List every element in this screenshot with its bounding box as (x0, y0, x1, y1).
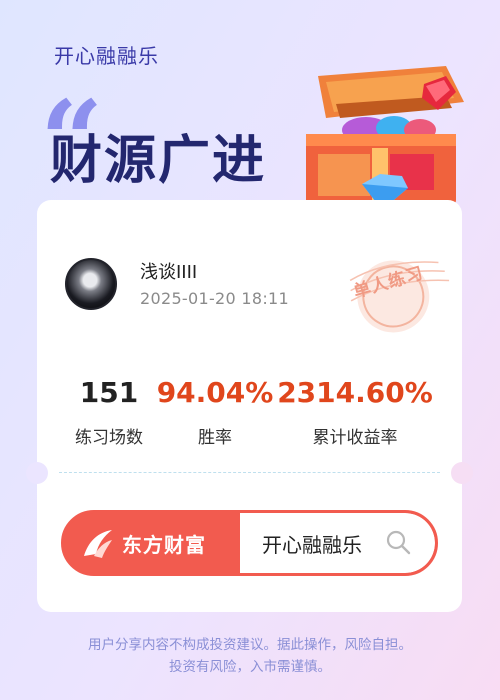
avatar[interactable] (65, 258, 117, 310)
stat-winrate: 94.04% 胜率 (155, 376, 275, 448)
card-notch-left (26, 462, 48, 484)
stat-winrate-value: 94.04% (156, 376, 274, 409)
timestamp: 2025-01-20 18:11 (140, 289, 289, 308)
stat-winrate-label: 胜率 (198, 428, 232, 448)
search-brand-label: 东方财富 (122, 532, 206, 557)
username: 浅谈IIII (140, 262, 198, 283)
stat-matches-value: 151 (79, 376, 139, 409)
search-bar[interactable]: 东方财富 开心融融乐 (61, 510, 438, 576)
stat-return-label: 累计收益率 (312, 428, 398, 448)
search-icon[interactable] (385, 529, 411, 555)
search-input[interactable]: 开心融融乐 (240, 513, 435, 573)
brand-name: 开心融融乐 (54, 44, 159, 68)
treasure-chest-icon (306, 66, 464, 210)
search-brand-block: 东方财富 (64, 513, 240, 573)
brand-logo-icon (84, 530, 112, 558)
disclaimer-line-1: 用户分享内容不构成投资建议。据此操作，风险自担。 (88, 637, 412, 653)
stat-return-value: 2314.60% (277, 376, 433, 409)
stat-matches: 151 练习场数 (59, 376, 159, 448)
stat-matches-label: 练习场数 (75, 428, 143, 448)
card-notch-right (451, 462, 473, 484)
disclaimer-line-2: 投资有风险，入市需谨慎。 (169, 659, 331, 675)
profile-card: 浅谈IIII 2025-01-20 18:11 单人练习 151 练习场数 94… (26, 200, 473, 612)
headline: 财源广进 (50, 131, 267, 191)
divider (59, 472, 440, 473)
stat-return: 2314.60% 累计收益率 (273, 376, 437, 448)
search-query: 开心融融乐 (262, 532, 362, 557)
